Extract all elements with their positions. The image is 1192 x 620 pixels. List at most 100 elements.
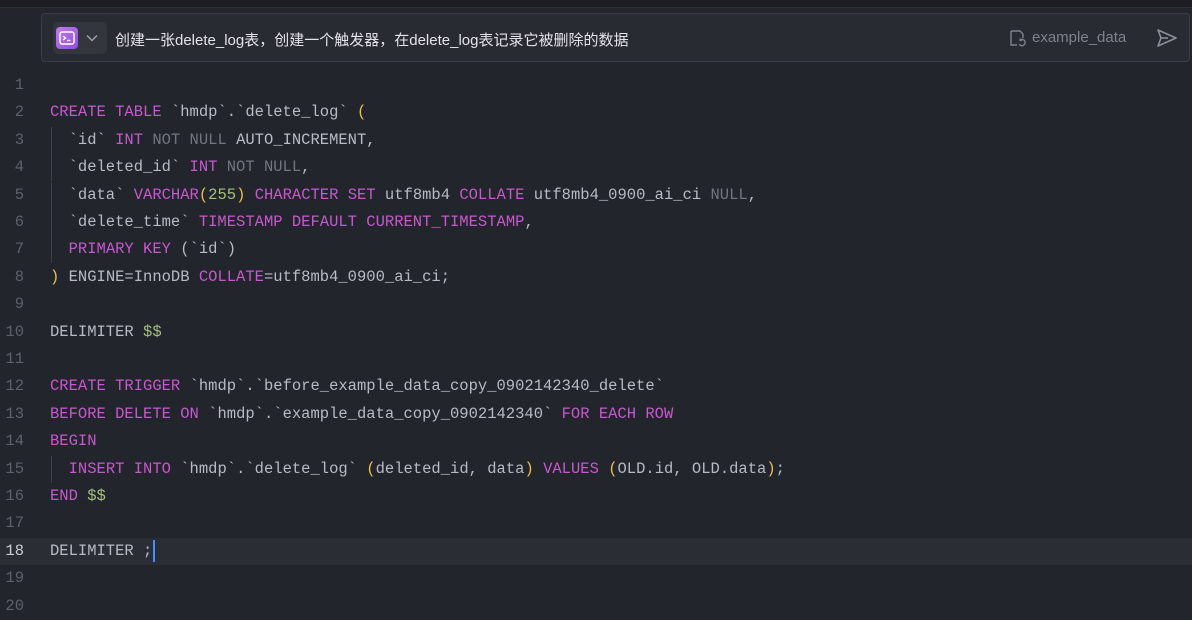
code-token: , [524, 213, 534, 231]
code-token: ENGINE=InnoDB [59, 267, 199, 286]
line-number: 15 [5, 459, 24, 478]
top-strip [0, 0, 1192, 8]
code-line[interactable]: 9 [0, 291, 1192, 318]
prompt-input[interactable]: 创建一张delete_log表，创建一个触发器，在delete_log表记录它被… [115, 29, 628, 50]
code-line[interactable]: 10 DELIMITER $$ [0, 319, 1192, 346]
code-token: =utf8mb4_0900_ai_ci; [263, 267, 450, 286]
line-number: 17 [5, 514, 24, 533]
code-token: NOT NULL [226, 158, 302, 177]
code-token: (`id`) [170, 240, 237, 259]
code-text: BEFORE DELETE ON `hmdp`.`example_data_co… [50, 401, 673, 428]
code-token: CREATE [50, 377, 106, 396]
code-token: BEGIN [50, 432, 97, 451]
line-number: 4 [14, 158, 24, 177]
code-line[interactable]: 8) ENGINE=InnoDB COLLATE=utf8mb4_0900_ai… [0, 264, 1192, 291]
line-number: 8 [14, 267, 24, 286]
code-text: `delete_time` TIMESTAMP DEFAULT CURRENT_… [50, 209, 534, 236]
line-number: 6 [14, 213, 24, 231]
code-token: COLLATE [198, 267, 264, 286]
code-token: NULL [710, 185, 748, 204]
line-number: 5 [14, 185, 24, 204]
code-token: END [50, 487, 78, 505]
line-number: 9 [14, 295, 24, 314]
code-token: ) [50, 267, 60, 286]
code-token: deleted_id, data [375, 459, 525, 478]
code-token: DEFAULT [291, 213, 357, 231]
line-number: 3 [14, 130, 24, 149]
code-line[interactable]: 17 [0, 510, 1192, 537]
code-token: ) [766, 459, 776, 478]
code-line[interactable]: 5 `data` VARCHAR(255) CHARACTER SET utf8… [0, 181, 1192, 209]
code-token: BEFORE [50, 404, 106, 423]
line-number: 14 [5, 432, 24, 451]
database-switch-icon [1010, 30, 1026, 47]
code-token: INTO [133, 459, 171, 478]
code-line[interactable]: 13 BEFORE DELETE ON `hmdp`.`example_data_… [0, 401, 1192, 428]
code-text: BEGIN [50, 428, 97, 455]
code-token: utf8mb4 [375, 185, 460, 204]
code-token: utf8mb4_0900_ai_ci [524, 185, 711, 204]
code-line[interactable]: 16 END $$ [0, 483, 1192, 510]
line-number: 19 [5, 569, 24, 588]
code-text: `deleted_id` INT NOT NULL, [50, 154, 311, 181]
code-text: `id` INT NOT NULL AUTO_INCREMENT, [50, 127, 376, 154]
code-token: TRIGGER [115, 377, 181, 396]
line-number: 7 [14, 240, 24, 259]
chevron-down-icon [86, 34, 98, 42]
code-line[interactable]: 12 CREATE TRIGGER `hmdp`.`before_example_… [0, 373, 1192, 400]
line-number: 18 [5, 541, 24, 560]
code-line[interactable]: 2 CREATE TABLE `hmdp`.`delete_log` ( [0, 99, 1192, 126]
code-token: `hmdp`.`delete_log` [170, 459, 367, 478]
code-line[interactable]: 3 `id` INT NOT NULL AUTO_INCREMENT, [0, 126, 1192, 154]
code-line[interactable]: 4 `deleted_id` INT NOT NULL, [0, 154, 1192, 182]
code-line[interactable]: 19 [0, 565, 1192, 592]
line-number: 13 [5, 404, 24, 423]
ai-assistant-icon [56, 27, 78, 49]
code-line[interactable]: 1 [0, 72, 1192, 99]
code-token: VARCHAR [133, 185, 199, 204]
code-token: `delete_time` [50, 213, 199, 231]
code-token: CHARACTER SET [254, 185, 376, 204]
code-text: END $$ [50, 483, 106, 510]
code-token: $$ [87, 487, 106, 505]
code-line[interactable]: 15 INSERT INTO `hmdp`.`delete_log` (dele… [0, 455, 1192, 483]
code-token: `id` [50, 130, 116, 149]
code-token: $$ [143, 322, 162, 341]
code-token: NOT NULL [152, 130, 227, 149]
code-line[interactable]: 20 [0, 593, 1192, 620]
code-token: ( [608, 459, 618, 478]
code-token: , [747, 185, 758, 204]
send-icon[interactable] [1156, 27, 1178, 49]
sql-code-editor[interactable]: 1 2 CREATE TABLE `hmdp`.`delete_log` (3 `i… [0, 72, 1192, 615]
code-line[interactable]: 14 BEGIN [0, 428, 1192, 455]
code-token: `hmdp`.`before_example_data_copy_0902142… [180, 377, 664, 396]
code-token: ( [198, 185, 209, 204]
code-line[interactable]: 18 DELIMITER ; [0, 537, 1192, 565]
ai-mode-dropdown[interactable] [53, 22, 107, 54]
code-line[interactable]: 6 `delete_time` TIMESTAMP DEFAULT CURREN… [0, 209, 1192, 236]
code-line[interactable]: 11 [0, 346, 1192, 373]
code-text: DELIMITER ; [50, 538, 156, 565]
code-token: ) [236, 185, 246, 204]
code-text: CREATE TABLE `hmdp`.`delete_log` ( [50, 99, 366, 126]
code-line[interactable]: 7 PRIMARY KEY (`id`) [0, 236, 1192, 264]
code-token: CREATE [50, 103, 106, 122]
database-name: example_data [1032, 29, 1127, 46]
ai-prompt-bar[interactable]: 创建一张delete_log表，创建一个触发器，在delete_log表记录它被… [41, 13, 1190, 62]
code-token: INT [189, 158, 218, 177]
code-token: `hmdp`.`delete_log` [161, 103, 357, 122]
code-token: CURRENT_TIMESTAMP [366, 213, 525, 231]
line-number: 10 [5, 322, 24, 341]
code-token: AUTO_INCREMENT, [226, 130, 376, 149]
code-token: FOR EACH ROW [561, 404, 674, 423]
code-token: ON [180, 404, 199, 423]
